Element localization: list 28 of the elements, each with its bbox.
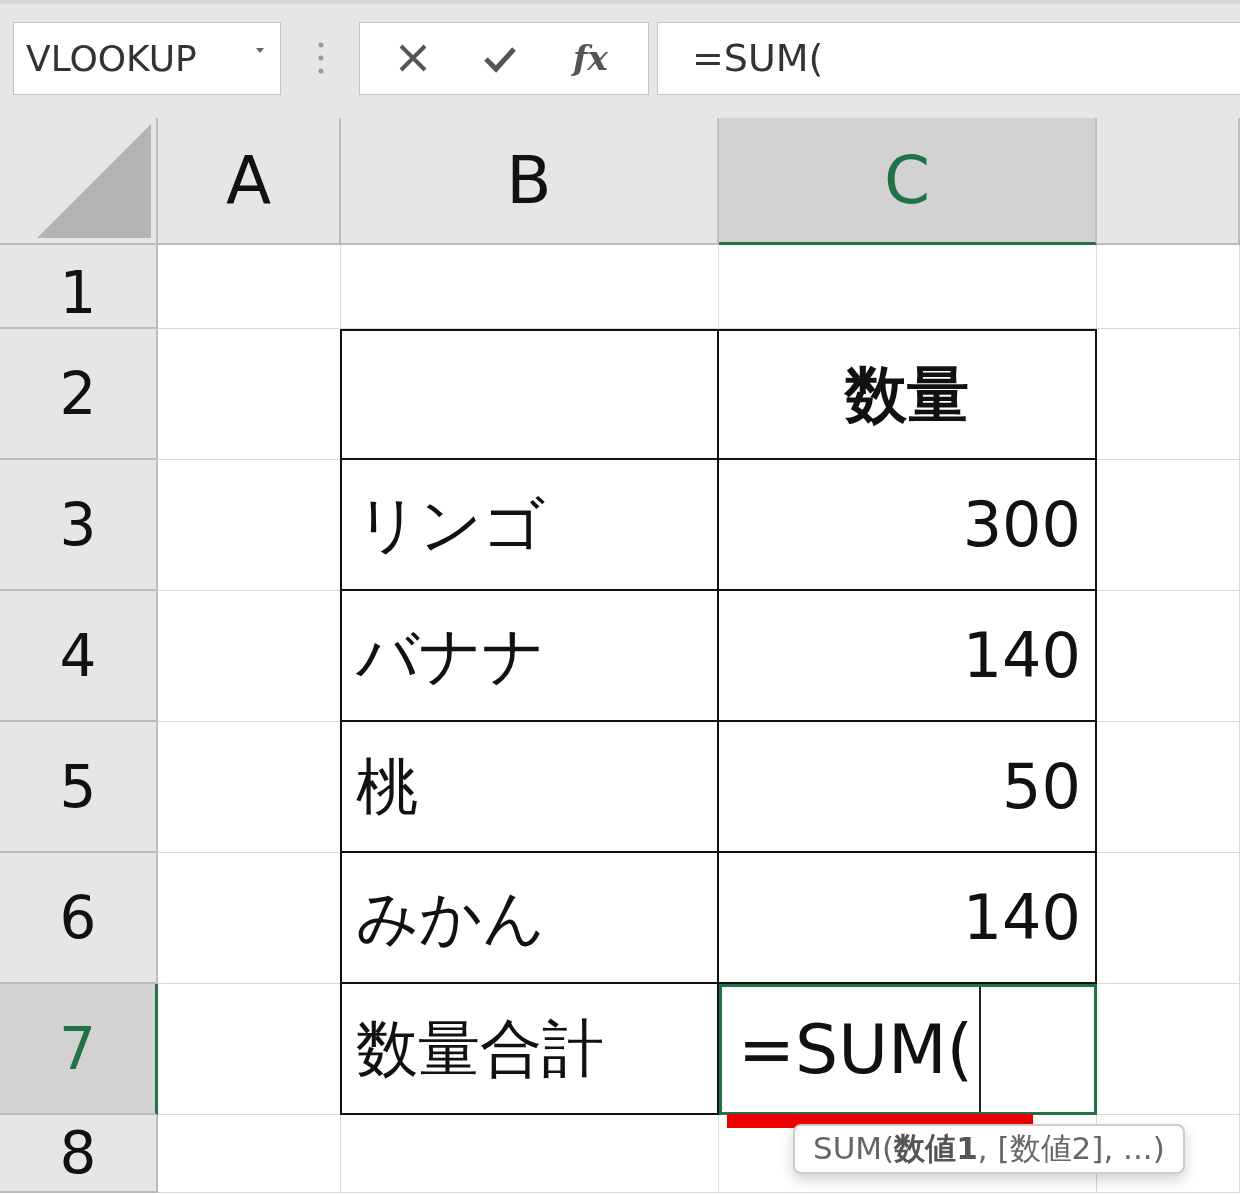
table-cell: 50 bbox=[719, 722, 1097, 853]
column-header[interactable]: C bbox=[719, 118, 1097, 245]
table-cell: みかん bbox=[340, 853, 719, 984]
row-header[interactable]: 3 bbox=[0, 460, 158, 591]
grip-icon bbox=[317, 41, 325, 75]
column-header[interactable]: A bbox=[158, 118, 341, 245]
table-cell: 140 bbox=[719, 591, 1097, 722]
row-header[interactable]: 8 bbox=[0, 1115, 158, 1193]
row-header[interactable]: 7 bbox=[0, 984, 158, 1115]
table-cell: 桃 bbox=[340, 722, 719, 853]
function-tooltip: SUM(数値1, [数値2], ...) bbox=[793, 1124, 1185, 1174]
cell-input[interactable]: =SUM( bbox=[722, 987, 982, 1112]
row-header[interactable]: 6 bbox=[0, 853, 158, 984]
table-cell: 140 bbox=[719, 853, 1097, 984]
column-header[interactable]: B bbox=[341, 118, 719, 245]
table-cell: 300 bbox=[719, 460, 1097, 591]
row-header[interactable]: 1 bbox=[0, 245, 158, 329]
table-cell: リンゴ bbox=[340, 460, 719, 591]
insert-function-button[interactable]: fx bbox=[568, 38, 612, 78]
row-header[interactable]: 4 bbox=[0, 591, 158, 722]
name-box[interactable]: VLOOKUP bbox=[13, 21, 281, 95]
table-cell: 数量合計 bbox=[340, 984, 719, 1115]
table-cell: 数量 bbox=[719, 329, 1097, 460]
formula-field[interactable]: =SUM( bbox=[657, 21, 1240, 95]
row-header[interactable]: 5 bbox=[0, 722, 158, 853]
dropdown-caret-icon bbox=[254, 46, 266, 54]
row-header[interactable]: 2 bbox=[0, 329, 158, 460]
table-cell: バナナ bbox=[340, 591, 719, 722]
